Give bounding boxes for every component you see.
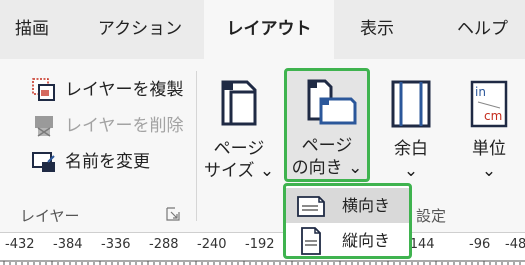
portrait-page-icon — [301, 227, 321, 255]
tab-draw[interactable]: 描画 — [0, 0, 64, 59]
horizontal-ruler[interactable]: -432 -384 -336 -288 -240 -192 -144 -96 -… — [0, 232, 525, 265]
ruler-label: -288 — [149, 237, 179, 252]
units-icon: in cm — [470, 80, 508, 128]
group-separator — [196, 71, 197, 221]
ruler-label: -48 — [505, 237, 525, 252]
units-chevron: ⌄ — [481, 161, 497, 181]
rename-layer-label: 名前を変更 — [65, 152, 150, 172]
duplicate-layer-label: レイヤーを複製 — [65, 80, 184, 100]
menu-item-portrait[interactable]: 縦向き — [286, 223, 409, 258]
ribbon-window: 描画 アクション レイアウト 表示 ヘルプ レイヤーを複製 レイヤーを削除 名前… — [0, 0, 525, 265]
duplicate-layer-icon — [32, 78, 55, 101]
landscape-label: 横向き — [342, 196, 391, 215]
menu-item-landscape[interactable]: 横向き — [286, 188, 409, 223]
duplicate-layer-button[interactable]: レイヤーを複製 — [32, 76, 192, 104]
ribbon-tab-bar: 描画 アクション レイアウト 表示 ヘルプ — [0, 0, 525, 59]
delete-layer-icon — [35, 116, 53, 137]
page-orientation-label-1: ページ — [301, 136, 353, 156]
tab-view[interactable]: 表示 — [334, 0, 420, 59]
dialog-launcher-icon[interactable] — [166, 207, 180, 221]
ruler-label: -384 — [53, 237, 83, 252]
units-label: 単位 — [472, 139, 506, 159]
ruler-label: -96 — [469, 237, 491, 252]
layer-group-label: レイヤー — [20, 207, 80, 225]
margins-icon — [391, 80, 431, 128]
ruler-label: -192 — [245, 237, 275, 252]
margins-button[interactable]: 余白 ⌄ — [380, 70, 442, 181]
portrait-label: 縦向き — [342, 231, 391, 250]
page-orientation-icon — [307, 79, 357, 125]
page-size-label-2: サイズ ⌄ — [204, 161, 275, 181]
page-orientation-button[interactable]: ページ の向き ⌄ — [284, 68, 370, 182]
orientation-dropdown-menu: 横向き 縦向き — [283, 183, 412, 259]
page-orientation-label-2: の向き ⌄ — [291, 158, 363, 178]
tab-layout[interactable]: レイアウト — [204, 0, 334, 59]
page-size-icon — [221, 80, 257, 126]
ruler-label: -240 — [197, 237, 227, 252]
ruler-label: -336 — [101, 237, 131, 252]
delete-layer-button[interactable]: レイヤーを削除 — [32, 112, 192, 140]
margins-label: 余白 — [394, 139, 428, 159]
tab-help[interactable]: ヘルプ — [440, 0, 525, 59]
units-icon-cm: cm — [484, 109, 503, 123]
units-button[interactable]: in cm 単位 ⌄ — [458, 70, 520, 181]
margins-chevron: ⌄ — [403, 161, 419, 181]
units-icon-in: in — [475, 85, 486, 99]
rename-layer-button[interactable]: 名前を変更 — [32, 148, 192, 176]
page-setup-group-label: 設定 — [416, 207, 447, 225]
page-size-button[interactable]: ページ サイズ ⌄ — [204, 70, 275, 181]
landscape-page-icon — [297, 196, 325, 217]
delete-layer-label: レイヤーを削除 — [65, 116, 184, 136]
tab-action[interactable]: アクション — [80, 0, 200, 59]
rename-layer-icon — [32, 152, 55, 172]
ruler-label: -432 — [5, 237, 35, 252]
page-size-label-1: ページ — [213, 139, 265, 159]
